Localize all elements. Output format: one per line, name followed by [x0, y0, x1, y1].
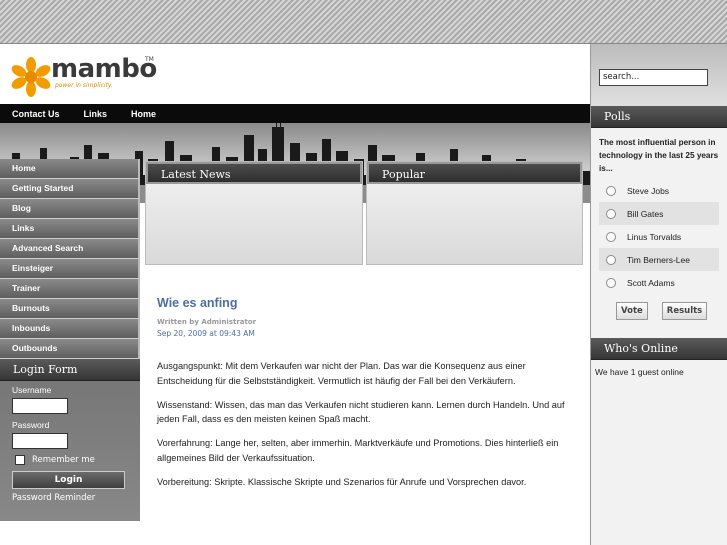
search-area: search...: [591, 44, 727, 106]
article-paragraph: Vorbereitung: Skripte. Klassische Skript…: [157, 476, 527, 487]
poll-option-label: Steve Jobs: [627, 185, 670, 196]
menu-item-trainer[interactable]: Trainer: [0, 279, 140, 299]
header: mambo TM power in simplicity.: [0, 44, 590, 104]
poll-option-label: Bill Gates: [627, 208, 664, 219]
menu-item-burnouts[interactable]: Burnouts: [0, 299, 140, 319]
latest-news-box: Latest News: [145, 161, 363, 265]
poll-option[interactable]: Bill Gates: [599, 202, 719, 225]
menu-item-einsteiger[interactable]: Einsteiger: [0, 259, 140, 279]
radio-button[interactable]: [606, 208, 616, 219]
username-label: Username: [12, 385, 52, 395]
results-button[interactable]: Results: [661, 302, 708, 320]
login-form: Username Password Remember me Login Pass…: [0, 381, 140, 521]
radio-button[interactable]: [606, 254, 616, 265]
poll-option[interactable]: Tim Berners-Lee: [599, 248, 719, 271]
login-form-title: Login Form: [0, 359, 140, 381]
article-paragraph: Wissenstand: Wissen, das man das Verkauf…: [157, 399, 565, 425]
menu-item-getting-started[interactable]: Getting Started: [0, 179, 140, 199]
poll-option[interactable]: Scott Adams: [591, 271, 727, 294]
poll-option[interactable]: Steve Jobs: [591, 179, 727, 202]
password-label: Password: [12, 420, 50, 430]
menu-item-links[interactable]: Links: [0, 219, 140, 239]
logo[interactable]: mambo TM power in simplicity.: [11, 54, 171, 99]
password-field[interactable]: [12, 433, 68, 449]
latest-news-title: Latest News: [146, 162, 362, 184]
logo-trademark: TM: [145, 56, 154, 63]
article-title[interactable]: Wie es anfing: [157, 296, 577, 310]
article-date: Sep 20, 2009 at 09:43 AM: [157, 329, 255, 338]
radio-button[interactable]: [606, 231, 616, 242]
topnav-links[interactable]: Links: [84, 109, 108, 119]
username-field[interactable]: [12, 398, 68, 414]
remember-me-row: Remember me: [12, 455, 128, 465]
poll-buttons: Vote Results: [591, 302, 727, 320]
polls-title: Polls: [591, 106, 727, 128]
menu-item-blog[interactable]: Blog: [0, 199, 140, 219]
menu-item-inbounds[interactable]: Inbounds: [0, 319, 140, 339]
vote-button[interactable]: Vote: [616, 302, 648, 320]
whos-online-title: Who's Online: [591, 338, 727, 360]
right-column: search... Polls The most influential per…: [590, 44, 727, 545]
poll-question: The most influential person in technolog…: [599, 138, 719, 173]
radio-button[interactable]: [606, 185, 616, 196]
menu-item-outbounds[interactable]: Outbounds: [0, 339, 140, 359]
remember-me-checkbox[interactable]: [15, 455, 25, 465]
main-menu: Home Getting Started Blog Links Advanced…: [0, 159, 140, 359]
mambo-flower-icon: [11, 57, 51, 97]
poll-options: Steve Jobs Bill Gates Linus Torvalds Tim…: [591, 179, 727, 294]
article-author: Written by Administrator: [157, 318, 257, 326]
login-button[interactable]: Login: [12, 471, 125, 489]
logo-tagline: power in simplicity.: [55, 82, 113, 89]
popular-box: Popular: [366, 161, 583, 265]
left-column: Home Getting Started Blog Links Advanced…: [0, 159, 140, 521]
search-input[interactable]: search...: [599, 69, 708, 86]
topnav-home[interactable]: Home: [131, 109, 156, 119]
article-body: Ausgangspunkt: Mit dem Verkaufen war nic…: [157, 359, 577, 489]
topnav-contact-us[interactable]: Contact Us: [12, 109, 60, 119]
article-paragraph: Ausgangspunkt: Mit dem Verkaufen war nic…: [157, 361, 526, 386]
top-pattern-band: [0, 0, 727, 44]
poll-option[interactable]: Linus Torvalds: [591, 225, 727, 248]
remember-me-label: Remember me: [32, 455, 95, 465]
top-navigation: Contact Us Links Home: [0, 104, 590, 123]
poll-option-label: Linus Torvalds: [627, 231, 682, 242]
password-reminder-link[interactable]: Password Reminder: [12, 493, 128, 503]
menu-item-home[interactable]: Home: [0, 159, 140, 179]
radio-button[interactable]: [606, 277, 616, 288]
article: Wie es anfing Written by Administrator S…: [157, 296, 577, 499]
poll-option-label: Tim Berners-Lee: [627, 254, 690, 265]
menu-item-advanced-search[interactable]: Advanced Search: [0, 239, 140, 259]
whos-online-text: We have 1 guest online: [595, 367, 684, 377]
poll-option-label: Scott Adams: [627, 277, 675, 288]
article-paragraph: Vorerfahrung: Lange her, selten, aber im…: [157, 438, 559, 463]
logo-wordmark: mambo: [51, 54, 157, 84]
popular-title: Popular: [367, 162, 582, 184]
